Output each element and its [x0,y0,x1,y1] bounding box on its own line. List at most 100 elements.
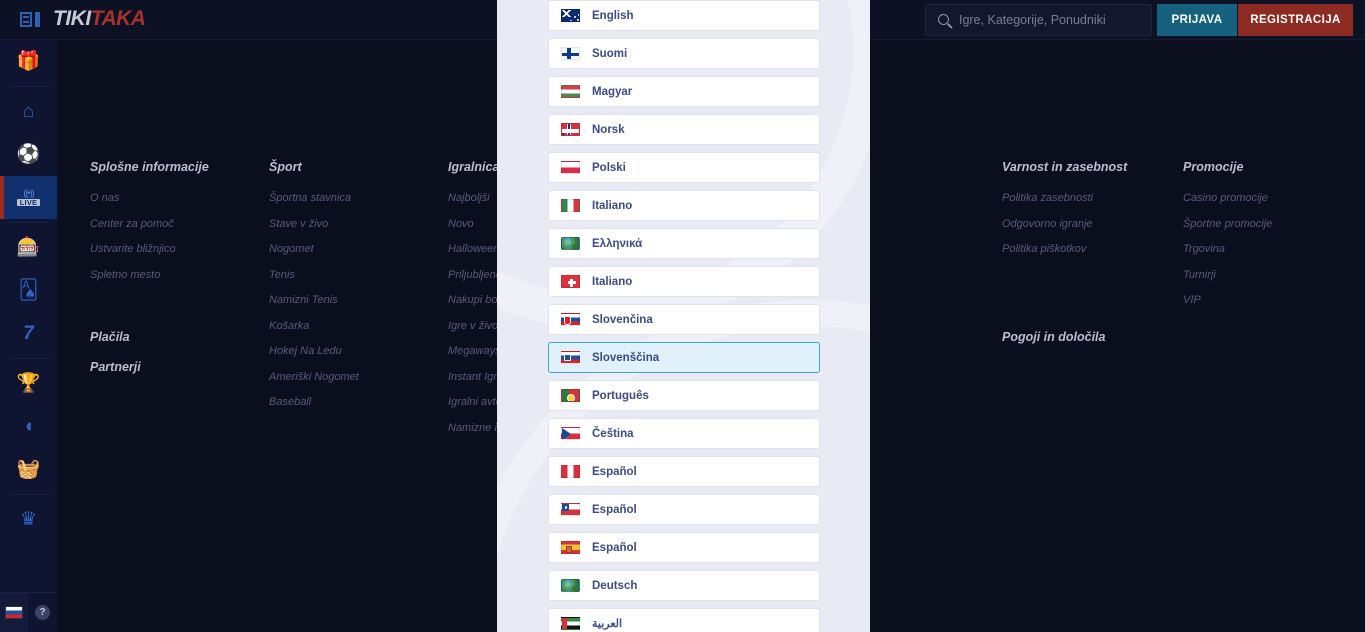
footer-link[interactable]: Odgovorno igranje [1002,218,1127,230]
pl-flag-icon [561,161,580,174]
language-modal: English Suomi Magyar Norsk Polski Italiano Ελλ… [497,0,870,632]
footer-link[interactable]: Športne promocije [1183,218,1272,230]
sidebar-item-live[interactable]: ((•)) LIVE [0,176,57,219]
sidebar-item-slots[interactable]: 🎰 [0,226,57,269]
search-icon [938,14,949,25]
cl-flag-icon [561,503,580,516]
language-option-7[interactable]: Ελληνικά [548,228,820,259]
basket-icon: 🧺 [16,459,41,480]
language-option-4[interactable]: Norsk [548,114,820,145]
language-option-10[interactable]: Slovenščina [548,342,820,373]
language-option-2[interactable]: Suomi [548,38,820,69]
footer-link[interactable]: Turnirji [1183,269,1272,281]
ch-flag-icon [561,275,580,288]
language-option-17[interactable]: العربية [548,608,820,632]
language-option-8[interactable]: Italiano [548,266,820,297]
sidebar-item-vip[interactable]: ♛ [0,498,57,541]
sidebar-item-promotions[interactable]: 🎁 [0,40,57,83]
flag-cross-detail [562,124,579,135]
footer-link[interactable]: Politika piškotkov [1002,243,1127,255]
register-button[interactable]: REGISTRACIJA [1238,4,1353,36]
language-option-1[interactable]: English [548,0,820,31]
language-option-label: Italiano [592,275,633,288]
footer-link[interactable]: VIP [1183,294,1272,306]
language-option-label: Slovenščina [592,351,660,364]
live-wave-glyph: ((•)) [23,187,34,198]
footer-column-title: Promocije [1183,160,1244,174]
trophy-icon: 🏆 [16,373,41,394]
footer-link[interactable]: Politika zasebnosti [1002,192,1127,204]
sidebar-footer: ? [0,592,57,632]
footer-link[interactable]: Nogomet [269,243,359,255]
gift-icon: 🎁 [16,51,41,72]
sidebar-item-tournaments[interactable]: 🏆 [0,362,57,405]
language-option-label: Italiano [592,199,633,212]
it-flag-icon [561,199,580,212]
footer-link[interactable]: Ameriški Nogomet [269,371,359,383]
playing-cards-icon: 🂡 [18,280,39,301]
language-option-label: Deutsch [592,579,638,592]
search-input[interactable] [959,5,1149,35]
footer-link[interactable]: Casino promocije [1183,192,1272,204]
footer-link[interactable]: Trgovina [1183,243,1272,255]
language-option-label: Español [592,465,637,478]
sidebar-item-lucky-seven[interactable]: 7 [0,312,57,355]
language-option-11[interactable]: Português [548,380,820,411]
sidebar-item-esports[interactable]: ◖ [0,405,57,448]
footer-link[interactable]: Spletno mesto [90,269,209,281]
footer-section-title: Pogoji in določila [1002,330,1106,344]
pe-flag-icon [561,465,580,478]
footer-link[interactable]: Ustvarite bližnjico [90,243,209,255]
live-badge: LIVE [16,199,41,207]
language-option-12[interactable]: Čeština [548,418,820,449]
esports-icon: ◖ [22,416,35,437]
language-option-6[interactable]: Italiano [548,190,820,221]
sidebar-item-shop[interactable]: 🧺 [0,448,57,491]
language-option-14[interactable]: Español [548,494,820,525]
footer-column-title: Varnost in zasebnost [1002,160,1128,174]
sidebar-item-sports[interactable]: ⚽ [0,133,57,176]
help-button[interactable]: ? [28,593,57,632]
page-root: TIKITAKA PRIJAVA REGISTRACIJA 🎁 ⌂ ⚽ ((•)… [0,0,1365,632]
footer-link[interactable]: Športna stavnica [269,192,359,204]
brand-text-second: TAKA [90,7,146,30]
language-option-13[interactable]: Español [548,456,820,487]
footer-link[interactable]: O nas [90,192,209,204]
sidebar-divider [8,358,49,359]
globe-flag-icon [561,237,580,250]
footer-link[interactable]: Tenis [269,269,359,281]
language-option-9[interactable]: Slovenčina [548,304,820,335]
footer-link[interactable]: Stave v živo [269,218,359,230]
footer-link[interactable]: Hokej Na Ledu [269,345,359,357]
home-icon: ⌂ [22,101,35,122]
hu-flag-icon [561,85,580,98]
search-box[interactable] [925,4,1152,36]
language-option-label: Polski [592,161,626,174]
slot-machine-icon: 🎰 [16,237,41,258]
footer-link[interactable]: Košarka [269,320,359,332]
footer-link[interactable]: Namizni Tenis [269,294,359,306]
language-option-label: Magyar [592,85,633,98]
left-sidebar: 🎁 ⌂ ⚽ ((•)) LIVE 🎰 🂡 7 🏆 ◖ 🧺 ♛ ? [0,40,57,632]
language-option-3[interactable]: Magyar [548,76,820,107]
fi-flag-icon [561,47,580,60]
login-button[interactable]: PRIJAVA [1157,4,1237,36]
footer-link[interactable]: Center za pomoč [90,218,209,230]
ae-flag-icon [561,617,580,630]
menu-toggle-icon[interactable] [20,10,44,30]
sidebar-item-table-games[interactable]: 🂡 [0,269,57,312]
si-flag-icon [561,351,580,364]
crown-icon: ♛ [19,509,38,530]
sidebar-item-home[interactable]: ⌂ [0,90,57,133]
language-option-16[interactable]: Deutsch [548,570,820,601]
language-option-5[interactable]: Polski [548,152,820,183]
sk-flag-icon [561,313,580,326]
brand-logo[interactable]: TIKITAKA [53,7,146,31]
language-option-label: Español [592,541,637,554]
language-option-label: English [592,9,634,22]
footer-payments-heading: Plačila [90,330,130,344]
footer-link[interactable]: Baseball [269,396,359,408]
language-option-15[interactable]: Español [548,532,820,563]
language-selector-button[interactable] [0,592,28,632]
language-option-label: Português [592,389,649,402]
